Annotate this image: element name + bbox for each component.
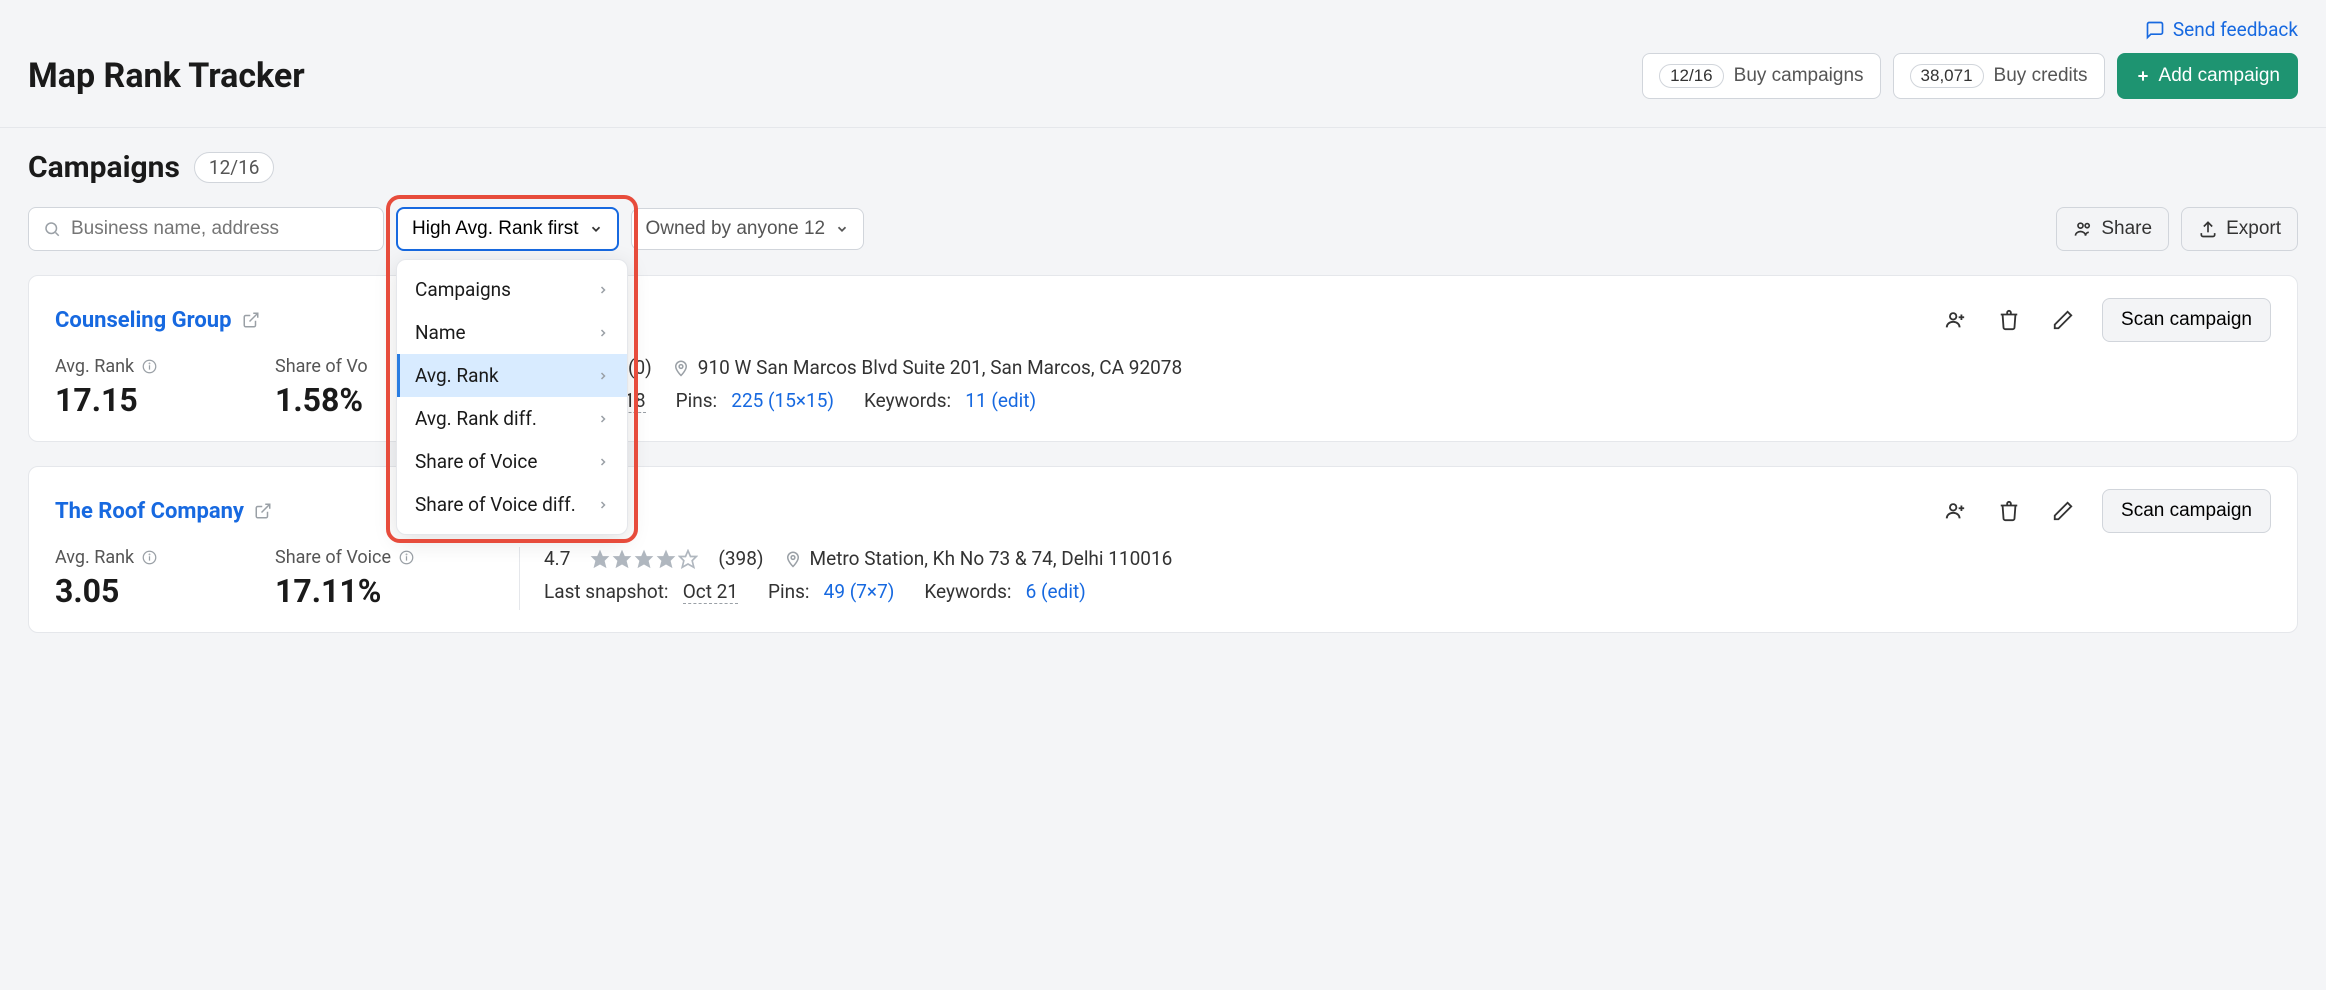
info-icon[interactable] <box>142 359 157 374</box>
add-campaign-button[interactable]: Add campaign <box>2117 53 2298 99</box>
send-feedback-link[interactable]: Send feedback <box>2145 18 2298 41</box>
snapshot-label: Last snapshot: <box>544 580 669 603</box>
campaigns-badge: 12/16 <box>1659 64 1724 88</box>
sort-option-sov[interactable]: Share of Voice <box>397 440 627 483</box>
add-campaign-label: Add campaign <box>2159 65 2280 87</box>
export-label: Export <box>2226 218 2281 240</box>
sort-dropdown-button[interactable]: High Avg. Rank first <box>396 207 619 251</box>
credits-badge: 38,071 <box>1910 64 1984 88</box>
pins-label: Pins: <box>676 389 718 412</box>
vertical-divider <box>519 547 520 610</box>
sort-option-avg-rank-diff[interactable]: Avg. Rank diff. <box>397 397 627 440</box>
external-link-icon[interactable] <box>254 502 272 520</box>
sort-option-avg-rank[interactable]: Avg. Rank <box>397 354 627 397</box>
sort-dropdown-label: High Avg. Rank first <box>412 218 579 240</box>
people-icon <box>2073 219 2093 239</box>
sov-value: 17.11% <box>275 572 495 610</box>
sov-label: Share of Vo <box>275 356 368 377</box>
search-input-wrapper[interactable] <box>28 207 384 251</box>
sov-metric: Share of Voice 17.11% <box>275 547 495 610</box>
sort-dropdown-menu: Campaigns Name Avg. Rank Avg. Rank diff. <box>396 259 628 535</box>
address-text: Metro Station, Kh No 73 & 74, Delhi 1100… <box>810 547 1173 570</box>
sort-option-label: Campaigns <box>415 278 511 301</box>
pins-link[interactable]: 49 (7×7) <box>824 580 895 603</box>
export-button[interactable]: Export <box>2181 207 2298 251</box>
upload-icon <box>2198 219 2218 239</box>
edit-button[interactable] <box>2048 496 2078 526</box>
sort-option-label: Share of Voice <box>415 450 537 473</box>
reviews-count: (398) <box>718 547 763 570</box>
keywords-label: Keywords: <box>864 389 951 412</box>
owner-filter-label: Owned by anyone 12 <box>646 218 826 240</box>
delete-button[interactable] <box>1994 305 2024 335</box>
add-user-button[interactable] <box>1940 305 1970 335</box>
keywords-label: Keywords: <box>924 580 1011 603</box>
keywords-link[interactable]: 6 (edit) <box>1026 580 1086 603</box>
page-title: Map Rank Tracker <box>28 56 305 96</box>
sort-option-label: Avg. Rank <box>415 364 499 387</box>
buy-credits-label: Buy credits <box>1994 65 2088 87</box>
campaign-name-link[interactable]: Counseling Group <box>55 308 232 333</box>
external-link-icon[interactable] <box>242 311 260 329</box>
keywords-link[interactable]: 11 (edit) <box>965 389 1036 412</box>
snapshot-date[interactable]: Oct 21 <box>683 580 738 604</box>
scan-campaign-button[interactable]: Scan campaign <box>2102 489 2271 533</box>
edit-button[interactable] <box>2048 305 2078 335</box>
sov-label: Share of Voice <box>275 547 391 568</box>
sort-option-label: Avg. Rank diff. <box>415 407 537 430</box>
pins-label: Pins: <box>768 580 810 603</box>
chevron-right-icon <box>597 370 609 382</box>
search-icon <box>43 220 61 238</box>
owner-filter-button[interactable]: Owned by anyone 12 <box>631 208 865 250</box>
star-rating <box>590 549 698 569</box>
chevron-down-icon <box>589 222 603 236</box>
chevron-right-icon <box>597 456 609 468</box>
avg-rank-label: Avg. Rank <box>55 356 134 377</box>
avg-rank-value: 3.05 <box>55 572 275 610</box>
pins-link[interactable]: 225 (15×15) <box>731 389 834 412</box>
address-text: 910 W San Marcos Blvd Suite 201, San Mar… <box>698 356 1182 379</box>
campaign-card: Counseling Group Scan campaign <box>28 275 2298 442</box>
sort-option-campaigns[interactable]: Campaigns <box>397 268 627 311</box>
buy-campaigns-label: Buy campaigns <box>1734 65 1864 87</box>
send-feedback-label: Send feedback <box>2173 18 2298 41</box>
reviews-count: (0) <box>628 356 652 379</box>
comment-icon <box>2145 20 2165 40</box>
info-icon[interactable] <box>142 550 157 565</box>
location-icon <box>672 359 690 377</box>
share-label: Share <box>2101 218 2152 240</box>
chevron-right-icon <box>597 284 609 296</box>
avg-rank-label: Avg. Rank <box>55 547 134 568</box>
campaign-card: The Roof Company Scan campaign <box>28 466 2298 633</box>
sort-option-label: Share of Voice diff. <box>415 493 576 516</box>
plus-icon <box>2135 68 2151 84</box>
campaigns-count-pill: 12/16 <box>194 152 275 183</box>
chevron-right-icon <box>597 413 609 425</box>
search-input[interactable] <box>71 218 369 240</box>
avg-rank-metric: Avg. Rank 17.15 <box>55 356 275 419</box>
avg-rank-value: 17.15 <box>55 381 275 419</box>
buy-credits-button[interactable]: 38,071 Buy credits <box>1893 53 2105 99</box>
chevron-right-icon <box>597 499 609 511</box>
avg-rank-metric: Avg. Rank 3.05 <box>55 547 275 610</box>
sort-option-label: Name <box>415 321 466 344</box>
add-user-button[interactable] <box>1940 496 1970 526</box>
scan-campaign-button[interactable]: Scan campaign <box>2102 298 2271 342</box>
rating-value: 4.7 <box>544 547 570 570</box>
info-icon[interactable] <box>399 550 414 565</box>
campaign-name-link[interactable]: The Roof Company <box>55 499 244 524</box>
location-icon <box>784 550 802 568</box>
section-title: Campaigns <box>28 150 180 185</box>
buy-campaigns-button[interactable]: 12/16 Buy campaigns <box>1642 53 1880 99</box>
share-button[interactable]: Share <box>2056 207 2169 251</box>
sort-option-sov-diff[interactable]: Share of Voice diff. <box>397 483 627 526</box>
delete-button[interactable] <box>1994 496 2024 526</box>
sort-option-name[interactable]: Name <box>397 311 627 354</box>
chevron-down-icon <box>835 222 849 236</box>
chevron-right-icon <box>597 327 609 339</box>
